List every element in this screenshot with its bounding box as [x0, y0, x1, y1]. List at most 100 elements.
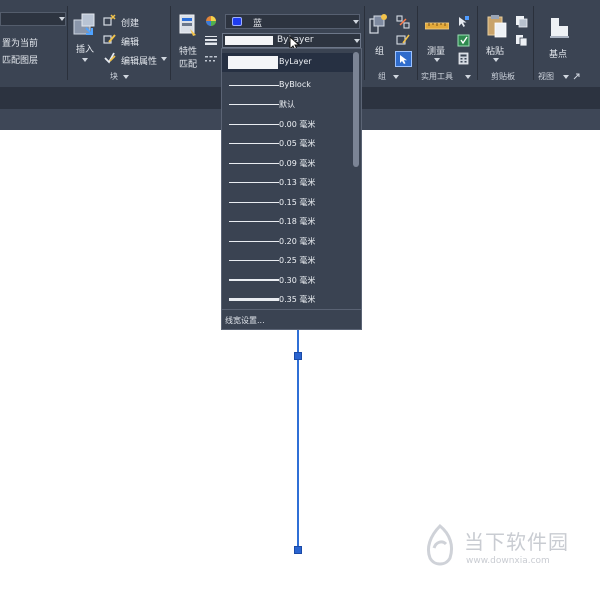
lineweight-sample [229, 85, 279, 86]
group-icon [369, 14, 387, 34]
chevron-down-icon [123, 75, 129, 79]
chevron-down-icon [563, 75, 569, 79]
selection-arrow-icon [400, 55, 407, 64]
lineweight-dropdown-list: ByLayer ByBlock 默认 0.00 毫米 0.05 毫米 0.09 … [221, 48, 362, 330]
lineweight-sample [229, 202, 279, 203]
panel-separator [533, 6, 534, 80]
lineweight-option[interactable]: 0.30 毫米 [222, 271, 353, 290]
create-block-icon [103, 14, 116, 26]
lineweight-settings-option[interactable]: 线宽设置... [222, 309, 361, 330]
selected-line[interactable] [297, 330, 299, 550]
line-midpoint-grip[interactable] [294, 352, 302, 360]
clipboard-panel-title: 剪贴板 [491, 72, 515, 81]
edit-attributes-icon [104, 52, 116, 64]
create-block-label: 创建 [121, 19, 140, 29]
lineweight-option[interactable]: 0.00 毫米 [222, 115, 353, 134]
base-point-icon [550, 18, 569, 38]
chevron-down-icon [493, 58, 499, 62]
edit-block-label: 编辑 [121, 38, 140, 48]
lineweight-sample [225, 36, 273, 45]
match-layer-button[interactable]: 匹配图层 [2, 53, 38, 66]
lineweight-option[interactable]: 0.09 毫米 [222, 154, 353, 173]
lineweight-option-label: 0.09 毫米 [279, 159, 316, 168]
lineweight-sample [229, 260, 279, 261]
base-point-label: 基点 [549, 50, 568, 60]
color-dropdown[interactable]: 蓝 [225, 14, 360, 29]
chevron-down-icon [59, 17, 65, 21]
lineweight-settings-label: 线宽设置... [225, 316, 265, 325]
lineweight-sample [229, 241, 279, 242]
measure-label: 测量 [427, 47, 446, 57]
lineweight-sample [229, 221, 279, 222]
lineweight-option-bylayer[interactable]: ByLayer [222, 53, 353, 72]
lineweight-sample [229, 279, 279, 281]
lineweight-option-label: 0.13 毫米 [279, 178, 316, 187]
chevron-down-icon [161, 57, 167, 61]
insert-block-icon [73, 13, 95, 35]
panel-expand-icon[interactable] [573, 73, 580, 80]
ungroup-icon[interactable] [396, 15, 410, 29]
lineweight-option-label: 0.18 毫米 [279, 217, 316, 226]
chevron-down-icon [393, 75, 399, 79]
set-current-layer-button[interactable]: 置为当前 [2, 36, 38, 49]
select-all-icon[interactable] [457, 34, 470, 47]
lineweight-sample [229, 104, 279, 105]
lineweight-option-label: 0.00 毫米 [279, 120, 316, 129]
lineweight-option-byblock[interactable]: ByBlock [222, 76, 353, 95]
calculator-icon[interactable] [457, 52, 470, 65]
color-value: 蓝 [253, 19, 263, 29]
watermark-url: www.downxia.com [466, 556, 550, 566]
linetype-icon [205, 56, 217, 62]
copy-clip-icon[interactable] [515, 15, 528, 28]
match-properties-icon [179, 14, 196, 36]
lineweight-option[interactable]: 0.05 毫米 [222, 134, 353, 153]
chevron-down-icon [434, 58, 440, 62]
group-select-toggle[interactable] [395, 51, 412, 67]
watermark-logo-icon [426, 524, 454, 566]
chevron-down-icon [82, 58, 88, 62]
lineweight-option[interactable]: 0.13 毫米 [222, 173, 353, 192]
lineweight-option-label: 0.25 毫米 [279, 256, 316, 265]
lineweight-option-label: 0.30 毫米 [279, 276, 316, 285]
chevron-down-icon [353, 20, 359, 24]
group-label: 组 [375, 47, 385, 57]
panel-separator [67, 6, 68, 80]
dropdown-scrollbar[interactable] [353, 52, 359, 167]
paste-label: 粘贴 [486, 47, 505, 57]
line-endpoint-grip[interactable] [294, 546, 302, 554]
quick-select-icon[interactable] [457, 15, 470, 28]
layer-dropdown[interactable] [0, 12, 66, 26]
group-edit-icon[interactable] [396, 33, 410, 47]
lineweight-option-default[interactable]: 默认 [222, 95, 353, 114]
lineweight-icon [205, 36, 217, 45]
chevron-down-icon [354, 39, 360, 43]
color-wheel-icon[interactable] [205, 15, 217, 27]
lineweight-option[interactable]: 0.15 毫米 [222, 193, 353, 212]
edit-attributes-label: 编辑属性 [121, 57, 158, 67]
panel-separator [364, 6, 365, 80]
lineweight-option-label: 0.05 毫米 [279, 139, 316, 148]
panel-separator [477, 6, 478, 80]
lineweight-sample [229, 124, 279, 125]
lineweight-option[interactable]: 0.20 毫米 [222, 232, 353, 251]
lineweight-option[interactable]: 0.25 毫米 [222, 251, 353, 270]
utilities-panel-title: 实用工具 [421, 72, 453, 81]
lineweight-option-label: ByLayer [279, 57, 312, 66]
lineweight-sample [229, 298, 279, 301]
block-panel-title: 块 [110, 72, 118, 81]
lineweight-option-label: ByBlock [279, 80, 311, 89]
lineweight-option[interactable]: 0.18 毫米 [222, 212, 353, 231]
copy-icon[interactable] [515, 34, 528, 47]
groups-panel-title: 组 [378, 72, 386, 81]
lineweight-option[interactable]: 0.35 毫米 [222, 290, 353, 309]
lineweight-sample [229, 163, 279, 164]
lineweight-option-label: 0.15 毫米 [279, 198, 316, 207]
watermark-title: 当下软件园 [464, 530, 569, 554]
lineweight-option-label: 0.35 毫米 [279, 295, 316, 304]
match-properties-label-line2: 匹配 [179, 60, 198, 70]
match-properties-label-line1: 特性 [179, 47, 198, 57]
lineweight-option-label: 0.20 毫米 [279, 237, 316, 246]
edit-block-icon [103, 34, 116, 44]
lineweight-sample [229, 182, 279, 183]
chevron-down-icon [465, 75, 471, 79]
